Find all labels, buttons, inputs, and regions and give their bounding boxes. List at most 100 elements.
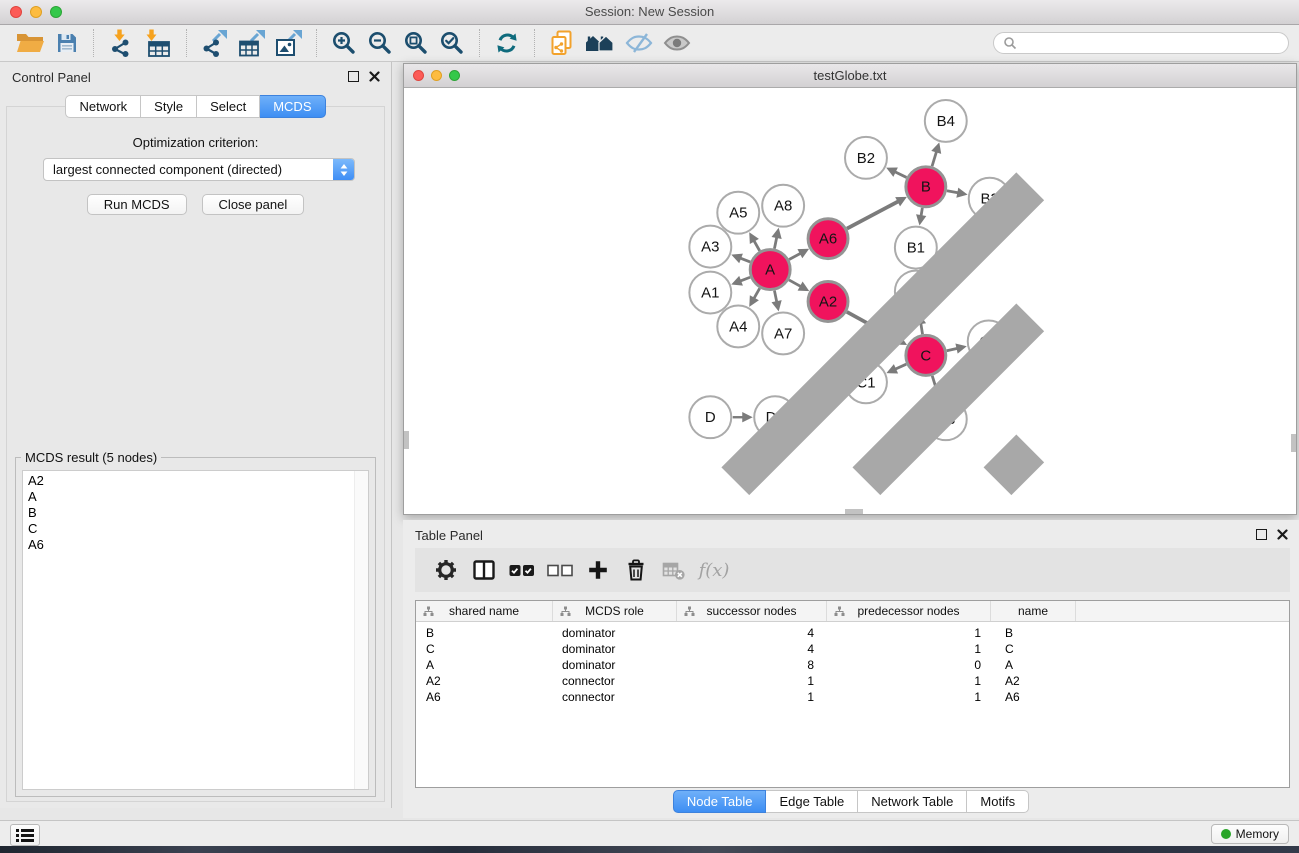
search-input[interactable] [1023, 35, 1279, 51]
table-cell[interactable]: A2 [416, 673, 553, 689]
import-network-button[interactable] [108, 27, 135, 59]
export-image-icon [275, 29, 302, 57]
import-table-button[interactable] [145, 27, 172, 59]
zoom-in-button[interactable] [331, 27, 357, 59]
column-header-shared-name[interactable]: shared name [416, 601, 553, 621]
column-header-predecessor-nodes[interactable]: predecessor nodes [827, 601, 991, 621]
refresh-button[interactable] [494, 27, 520, 59]
tab-node-table[interactable]: Node Table [673, 790, 767, 813]
show-columns-button[interactable] [465, 552, 503, 588]
tab-select[interactable]: Select [197, 95, 260, 118]
table-cell[interactable]: dominator [553, 657, 677, 673]
table-row[interactable]: Cdominator41C [416, 641, 1289, 657]
network-minimize-button[interactable] [431, 70, 442, 81]
tab-network[interactable]: Network [65, 95, 141, 118]
tab-edge-table[interactable]: Edge Table [766, 790, 858, 813]
column-header-successor-nodes[interactable]: successor nodes [677, 601, 827, 621]
tab-motifs[interactable]: Motifs [967, 790, 1029, 813]
table-cell[interactable]: C [416, 641, 553, 657]
table-cell[interactable]: connector [553, 673, 677, 689]
search-box[interactable] [993, 32, 1289, 54]
table-row[interactable]: Bdominator41B [416, 625, 1289, 641]
gear-icon [434, 558, 458, 582]
table-cell[interactable]: B [416, 625, 553, 641]
network-window-titlebar[interactable]: testGlobe.txt [404, 64, 1296, 88]
table-cell[interactable]: 8 [677, 657, 827, 673]
mcds-result-item[interactable]: A [23, 489, 368, 505]
network-view-window: testGlobe.txt B4B2BB3A8A5A6A3B1AC2A1A2A4… [403, 63, 1297, 515]
zoom-fit-button[interactable] [403, 27, 429, 59]
delete-columns-button[interactable] [617, 552, 655, 588]
select-all-columns-button[interactable] [503, 552, 541, 588]
table-cell[interactable]: 1 [827, 689, 991, 705]
close-window-button[interactable] [10, 6, 22, 18]
float-table-panel-icon[interactable] [1256, 529, 1267, 540]
application-window: Session: New Session [0, 0, 1299, 853]
table-settings-button[interactable] [427, 552, 465, 588]
open-file-button[interactable] [15, 27, 45, 59]
minimize-window-button[interactable] [30, 6, 42, 18]
close-panel-icon[interactable] [369, 71, 380, 82]
table-cell[interactable]: C [991, 641, 1076, 657]
table-cell[interactable]: A2 [991, 673, 1076, 689]
table-cell[interactable]: A [991, 657, 1076, 673]
node-table: shared nameMCDS rolesuccessor nodesprede… [415, 600, 1290, 788]
table-cell[interactable]: B [991, 625, 1076, 641]
table-cell[interactable]: 1 [827, 641, 991, 657]
close-panel-button[interactable]: Close panel [202, 194, 305, 215]
new-network-from-selection-button[interactable] [549, 27, 575, 59]
memory-button[interactable]: Memory [1211, 824, 1289, 844]
tab-mcds[interactable]: MCDS [260, 95, 325, 118]
table-cell[interactable]: 1 [677, 673, 827, 689]
export-image-button[interactable] [275, 27, 302, 59]
unselect-all-columns-button[interactable] [541, 552, 579, 588]
table-row[interactable]: Adominator80A [416, 657, 1289, 673]
delete-table-button[interactable] [655, 552, 693, 588]
resize-grip-icon[interactable] [404, 88, 1296, 514]
tab-style[interactable]: Style [141, 95, 197, 118]
run-mcds-button[interactable]: Run MCDS [87, 194, 187, 215]
export-table-button[interactable] [238, 27, 265, 59]
table-cell-filler [1076, 673, 1289, 689]
table-cell[interactable]: dominator [553, 625, 677, 641]
table-cell[interactable]: 0 [827, 657, 991, 673]
export-network-button[interactable] [201, 27, 228, 59]
table-cell[interactable]: 1 [827, 625, 991, 641]
mcds-result-item[interactable]: C [23, 521, 368, 537]
table-cell[interactable]: 4 [677, 641, 827, 657]
fullscreen-window-button[interactable] [50, 6, 62, 18]
table-cell[interactable]: 4 [677, 625, 827, 641]
table-cell[interactable]: dominator [553, 641, 677, 657]
tab-network-table[interactable]: Network Table [858, 790, 967, 813]
table-row[interactable]: A6connector11A6 [416, 689, 1289, 705]
close-table-panel-icon[interactable] [1277, 529, 1288, 540]
float-panel-icon[interactable] [348, 71, 359, 82]
list-scrollbar[interactable] [354, 471, 368, 789]
mcds-result-item[interactable]: A2 [23, 473, 368, 489]
zoom-selected-button[interactable] [439, 27, 465, 59]
mcds-result-item[interactable]: B [23, 505, 368, 521]
task-history-button[interactable] [10, 824, 40, 846]
zoom-out-button[interactable] [367, 27, 393, 59]
table-cell[interactable]: 1 [827, 673, 991, 689]
export-table-icon [238, 29, 265, 57]
table-cell[interactable]: connector [553, 689, 677, 705]
column-header-mcds-role[interactable]: MCDS role [553, 601, 677, 621]
create-column-button[interactable] [579, 552, 617, 588]
network-close-button[interactable] [413, 70, 424, 81]
table-cell[interactable]: 1 [677, 689, 827, 705]
first-neighbors-button[interactable] [585, 27, 615, 59]
hide-selected-button[interactable] [625, 27, 653, 59]
column-header-name[interactable]: name [991, 601, 1076, 621]
mcds-result-item[interactable]: A6 [23, 537, 368, 553]
table-row[interactable]: A2connector11A2 [416, 673, 1289, 689]
criterion-dropdown[interactable]: largest connected component (directed) [43, 158, 355, 181]
network-maximize-button[interactable] [449, 70, 460, 81]
function-builder-button[interactable]: f(x) [693, 552, 731, 588]
table-cell[interactable]: A6 [991, 689, 1076, 705]
network-canvas[interactable]: B4B2BB3A8A5A6A3B1AC2A1A2A4A7C4CC1DD1C3 [404, 88, 1296, 514]
save-session-button[interactable] [55, 27, 79, 59]
table-cell[interactable]: A6 [416, 689, 553, 705]
show-all-button[interactable] [663, 27, 691, 59]
table-cell[interactable]: A [416, 657, 553, 673]
